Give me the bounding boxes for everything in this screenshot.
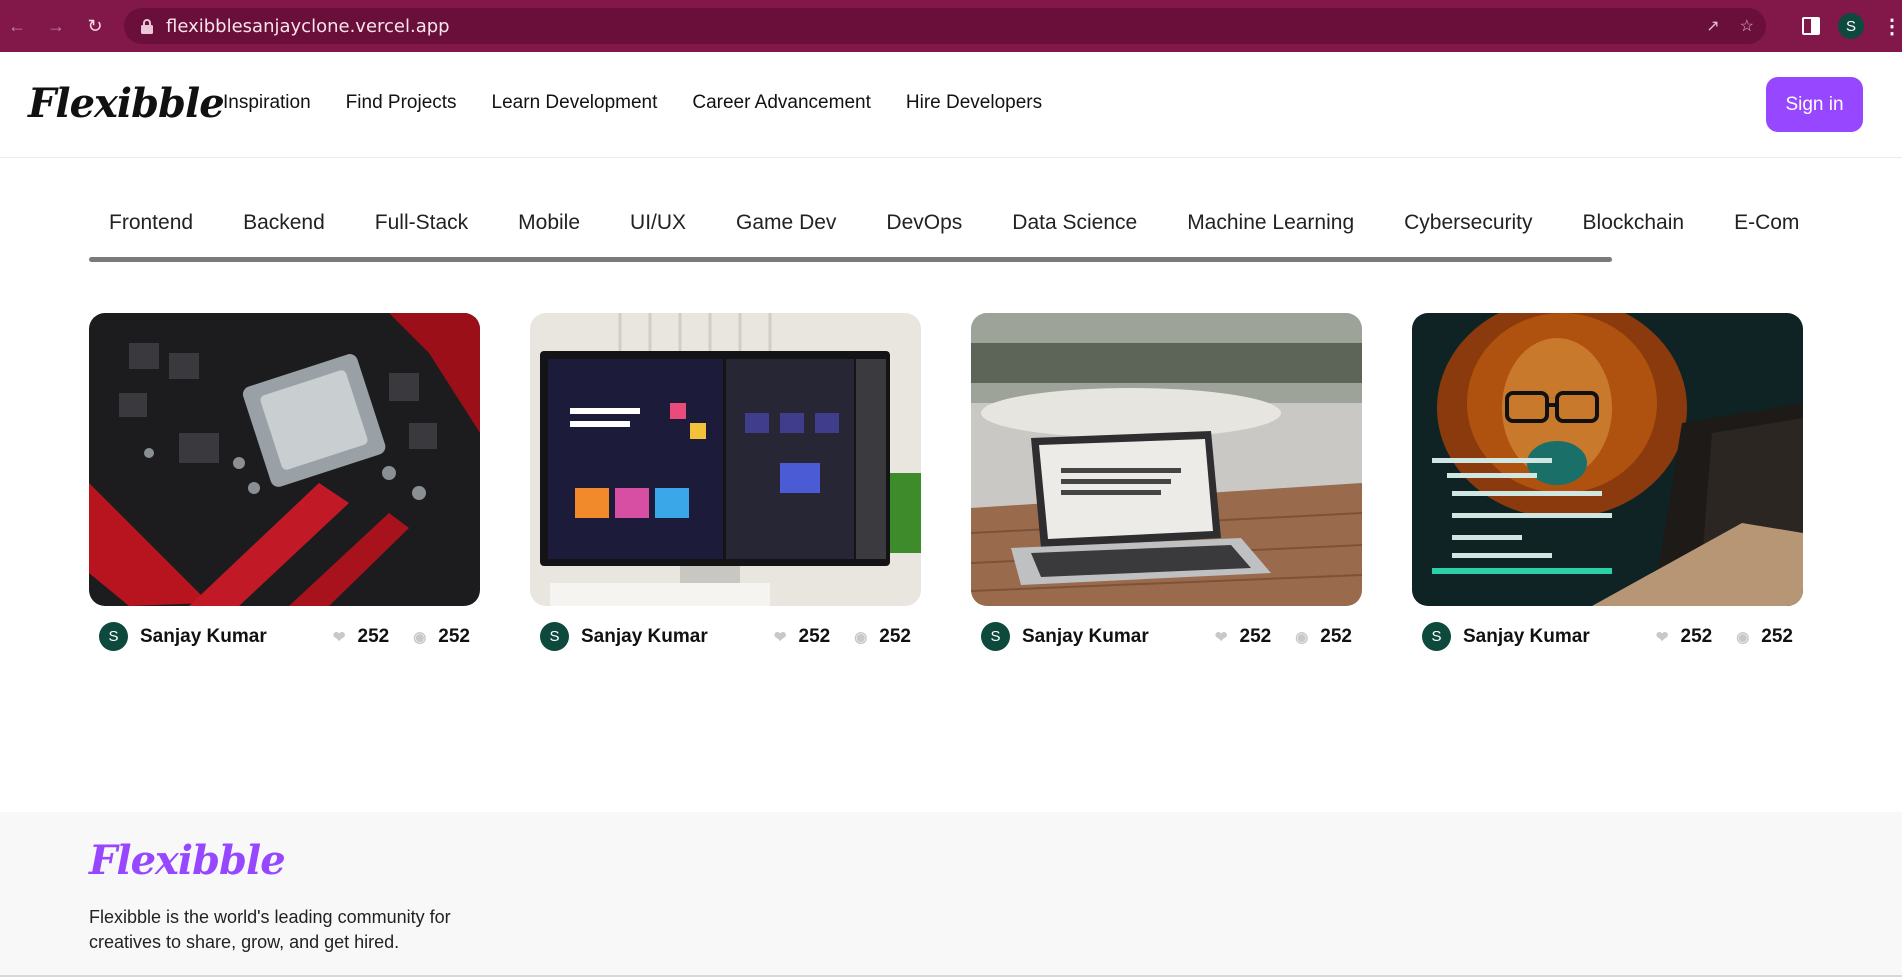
views-count: ◉ 252: [1736, 626, 1793, 648]
eye-icon: ◉: [854, 628, 868, 646]
heart-icon[interactable]: ❤: [1656, 628, 1669, 646]
category-full-stack[interactable]: Full-Stack: [375, 211, 468, 235]
author-name[interactable]: Sanjay Kumar: [140, 626, 309, 648]
project-thumbnail[interactable]: [89, 313, 480, 606]
nav-link-learn-development[interactable]: Learn Development: [492, 92, 658, 114]
url-text: flexibblesanjayclone.vercel.app: [166, 15, 450, 37]
author-avatar[interactable]: S: [981, 622, 1010, 651]
category-filter-bar: Frontend Backend Full-Stack Mobile UI/UX…: [89, 199, 1803, 263]
project-thumbnail[interactable]: [530, 313, 921, 606]
category-devops[interactable]: DevOps: [886, 211, 962, 235]
lock-icon: [141, 19, 153, 34]
site-footer: Flexibble Flexibble is the world's leadi…: [0, 812, 1902, 977]
category-ui-ux[interactable]: UI/UX: [630, 211, 686, 235]
share-icon[interactable]: ↗: [1706, 16, 1719, 36]
eye-icon: ◉: [1295, 628, 1309, 646]
views-count: ◉ 252: [413, 626, 470, 648]
likes-count: ❤ 252: [333, 626, 389, 648]
forward-arrow-icon[interactable]: →: [45, 15, 67, 37]
footer-logo: Flexibble: [89, 837, 286, 884]
category-mobile[interactable]: Mobile: [518, 211, 580, 235]
eye-icon: ◉: [1736, 628, 1750, 646]
site-logo[interactable]: Flexibble: [28, 80, 225, 127]
views-value: 252: [879, 625, 911, 647]
category-game-dev[interactable]: Game Dev: [736, 211, 836, 235]
eye-icon: ◉: [413, 628, 427, 646]
menu-kebab-icon[interactable]: ⋮: [1882, 14, 1902, 39]
lion-coding-image: [1412, 313, 1803, 606]
heart-icon[interactable]: ❤: [333, 628, 346, 646]
likes-value: 252: [357, 625, 390, 647]
reload-icon[interactable]: ↻: [84, 15, 106, 37]
footer-tagline: Flexibble is the world's leading communi…: [89, 907, 451, 952]
nav-link-inspiration[interactable]: Inspiration: [223, 92, 311, 114]
category-frontend[interactable]: Frontend: [109, 211, 193, 235]
back-arrow-icon[interactable]: ←: [6, 15, 28, 37]
monitor-web-design-image: [530, 313, 921, 606]
author-avatar[interactable]: S: [540, 622, 569, 651]
main-nav: Inspiration Find Projects Learn Developm…: [223, 92, 1042, 114]
browser-toolbar: ← → ↻ flexibblesanjayclone.vercel.app ↗ …: [0, 0, 1902, 52]
heart-icon[interactable]: ❤: [1215, 628, 1228, 646]
category-backend[interactable]: Backend: [243, 211, 325, 235]
project-card[interactable]: S Sanjay Kumar ❤ 252 ◉ 252: [971, 313, 1362, 651]
side-panel-icon[interactable]: [1802, 17, 1820, 35]
sign-in-button[interactable]: Sign in: [1766, 77, 1863, 132]
likes-count: ❤ 252: [1656, 626, 1712, 648]
laptop-on-table-image: [971, 313, 1362, 606]
project-grid: S Sanjay Kumar ❤ 252 ◉ 252 S Sanjay Kuma…: [89, 313, 1803, 651]
address-bar[interactable]: flexibblesanjayclone.vercel.app ↗ ☆: [124, 8, 1766, 44]
nav-link-career-advancement[interactable]: Career Advancement: [692, 92, 871, 114]
likes-value: 252: [1239, 625, 1272, 647]
author-avatar[interactable]: S: [1422, 622, 1451, 651]
likes-value: 252: [1680, 625, 1713, 647]
nav-link-find-projects[interactable]: Find Projects: [346, 92, 457, 114]
profile-avatar[interactable]: S: [1838, 13, 1864, 39]
project-card[interactable]: S Sanjay Kumar ❤ 252 ◉ 252: [530, 313, 921, 651]
views-count: ◉ 252: [1295, 626, 1352, 648]
nav-link-hire-developers[interactable]: Hire Developers: [906, 92, 1042, 114]
bookmark-star-icon[interactable]: ☆: [1740, 16, 1754, 36]
likes-value: 252: [798, 625, 831, 647]
views-value: 252: [1320, 625, 1352, 647]
category-scrollbar[interactable]: [89, 257, 1612, 262]
views-count: ◉ 252: [854, 626, 911, 648]
author-avatar[interactable]: S: [99, 622, 128, 651]
views-value: 252: [438, 625, 470, 647]
author-name[interactable]: Sanjay Kumar: [581, 626, 750, 648]
likes-count: ❤ 252: [1215, 626, 1271, 648]
author-name[interactable]: Sanjay Kumar: [1463, 626, 1632, 648]
circuit-board-image: [89, 313, 480, 606]
project-thumbnail[interactable]: [1412, 313, 1803, 606]
author-name[interactable]: Sanjay Kumar: [1022, 626, 1191, 648]
project-card[interactable]: S Sanjay Kumar ❤ 252 ◉ 252: [1412, 313, 1803, 651]
project-card[interactable]: S Sanjay Kumar ❤ 252 ◉ 252: [89, 313, 480, 651]
category-machine-learning[interactable]: Machine Learning: [1187, 211, 1354, 235]
heart-icon[interactable]: ❤: [774, 628, 787, 646]
views-value: 252: [1761, 625, 1793, 647]
category-cybersecurity[interactable]: Cybersecurity: [1404, 211, 1532, 235]
category-e-com[interactable]: E-Com: [1734, 211, 1799, 235]
category-data-science[interactable]: Data Science: [1012, 211, 1137, 235]
likes-count: ❤ 252: [774, 626, 830, 648]
project-thumbnail[interactable]: [971, 313, 1362, 606]
category-blockchain[interactable]: Blockchain: [1583, 211, 1685, 235]
site-header: Flexibble Inspiration Find Projects Lear…: [0, 52, 1902, 158]
